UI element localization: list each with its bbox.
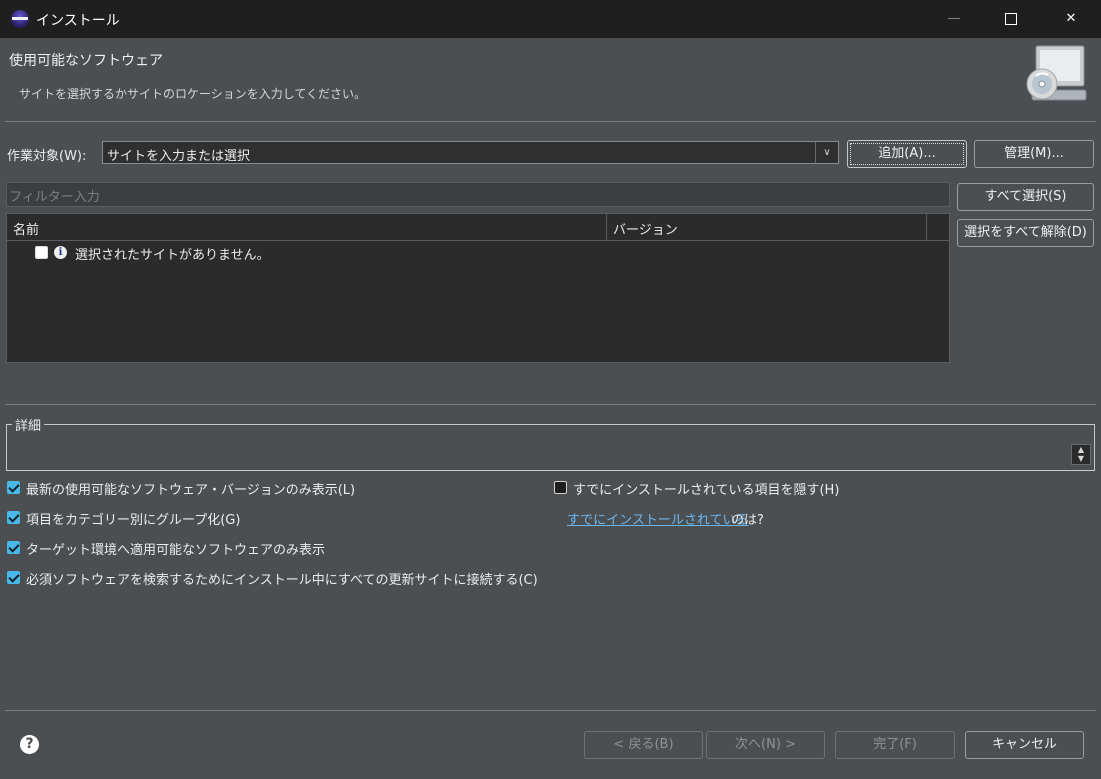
target-env-only-label[interactable]: ターゲット環境へ適用可能なソフトウェアのみ表示	[26, 539, 325, 558]
add-site-button[interactable]: 追加(A)...	[847, 140, 967, 168]
work-with-label: 作業対象(W):	[7, 149, 87, 164]
header-separator	[5, 121, 1096, 122]
footer-separator	[5, 710, 1096, 711]
work-with-combo-text[interactable]: サイトを入力または選択	[107, 145, 250, 164]
maximize-icon	[1005, 12, 1017, 25]
wizard-header: 使用可能なソフトウェア サイトを選択するかサイトのロケーションを入力してください…	[0, 38, 1101, 122]
column-header-name[interactable]: 名前	[13, 219, 39, 238]
eclipse-icon	[11, 10, 29, 28]
chevron-down-icon[interactable]: ∨	[815, 142, 838, 163]
contact-update-sites-label[interactable]: 必須ソフトウェアを検索するためにインストール中にすべての更新サイトに接続する(C…	[26, 569, 538, 588]
details-group	[6, 424, 1095, 471]
group-by-category-label[interactable]: 項目をカテゴリー別にグループ化(G)	[26, 509, 240, 528]
select-all-button[interactable]: すべて選択(S)	[957, 183, 1094, 211]
target-env-only-checkbox[interactable]	[7, 541, 20, 554]
column-header-version[interactable]: バージョン	[613, 219, 678, 238]
help-icon[interactable]: ?	[20, 735, 39, 754]
whats-installed-suffix: のは?	[731, 513, 764, 528]
details-separator	[5, 404, 1096, 405]
row-name: 選択されたサイトがありません。	[75, 248, 270, 263]
hide-installed-checkbox[interactable]	[554, 481, 567, 494]
manage-sites-button[interactable]: 管理(M)...	[974, 140, 1094, 168]
back-button[interactable]: < 戻る(B)	[584, 731, 703, 759]
window-title: インストール	[36, 13, 120, 29]
show-latest-checkbox[interactable]	[7, 481, 20, 494]
cancel-button[interactable]: キャンセル	[965, 731, 1084, 759]
close-button[interactable]: ✕	[1048, 0, 1094, 38]
install-wizard-graphic-icon	[1026, 45, 1087, 101]
software-table: 名前 バージョン i 選択されたサイトがありません。	[6, 213, 950, 363]
column-separator[interactable]	[926, 214, 927, 240]
minimize-button[interactable]: —	[931, 0, 977, 38]
details-legend: 詳細	[12, 415, 45, 434]
filter-placeholder: フィルター入力	[9, 190, 100, 205]
filter-input[interactable]: フィルター入力	[6, 182, 950, 207]
details-scroll-icon[interactable]: ▲ ▼	[1071, 444, 1091, 465]
title-bar: インストール — ✕	[0, 0, 1101, 38]
finish-button[interactable]: 完了(F)	[835, 731, 955, 759]
contact-update-sites-checkbox[interactable]	[7, 571, 20, 584]
work-with-combo[interactable]: サイトを入力または選択 ∨	[102, 141, 839, 164]
next-button[interactable]: 次へ(N) >	[706, 731, 825, 759]
row-checkbox[interactable]	[35, 246, 48, 259]
whats-installed-link[interactable]: すでにインストールされている	[567, 509, 748, 528]
column-separator[interactable]	[606, 214, 607, 240]
page-description: サイトを選択するかサイトのロケーションを入力してください。	[19, 87, 367, 101]
info-icon: i	[54, 246, 67, 259]
show-latest-label[interactable]: 最新の使用可能なソフトウェア・バージョンのみ表示(L)	[26, 479, 355, 498]
table-row[interactable]: i 選択されたサイトがありません。	[7, 241, 949, 263]
deselect-all-button[interactable]: 選択をすべて解除(D)	[957, 219, 1094, 247]
maximize-button[interactable]	[988, 0, 1034, 38]
group-by-category-checkbox[interactable]	[7, 511, 20, 524]
hide-installed-label[interactable]: すでにインストールされている項目を隠す(H)	[573, 479, 839, 498]
table-header: 名前 バージョン	[7, 214, 949, 241]
install-dialog: インストール — ✕ 使用可能なソフトウェア サイトを選択するかサイトのロケーシ…	[0, 0, 1101, 779]
page-title: 使用可能なソフトウェア	[9, 53, 163, 69]
